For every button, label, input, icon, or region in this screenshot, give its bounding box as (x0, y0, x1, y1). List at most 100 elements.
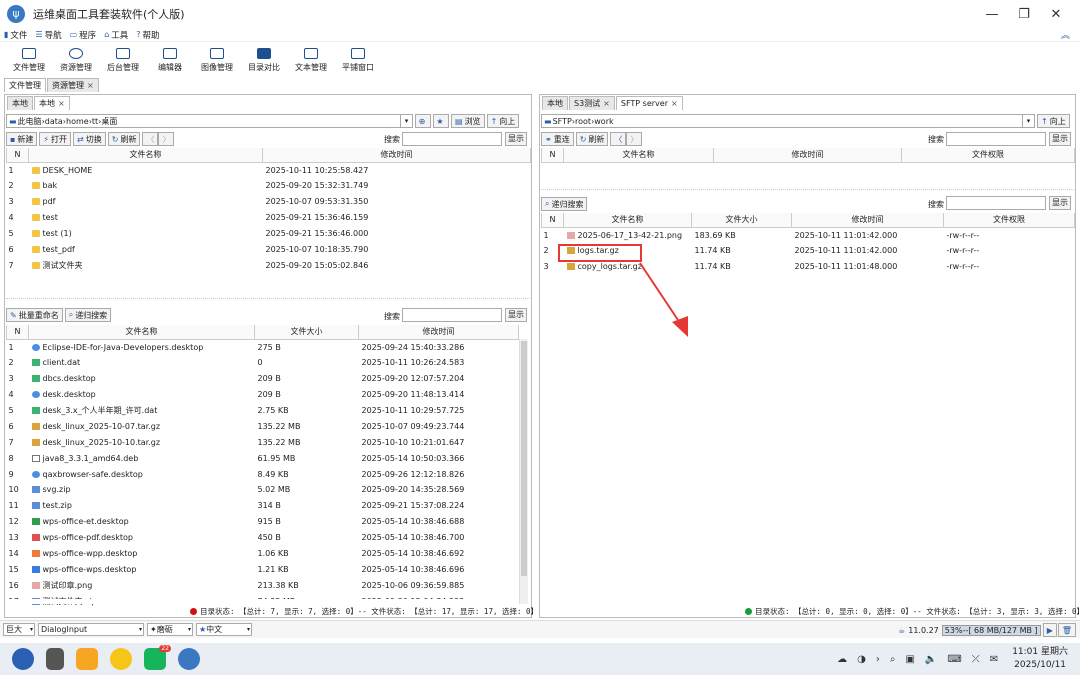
right-dir-search-input[interactable] (946, 132, 1046, 146)
size-select[interactable]: 巨大 ▾ (3, 623, 35, 636)
browse-button[interactable]: ▤ 浏览 (451, 114, 485, 128)
col-perm[interactable]: 文件权限 (901, 148, 1075, 163)
left-path-bar[interactable]: ▬ 此电脑 › data › home › tt › 桌面 ▾ (6, 114, 413, 128)
theme-select[interactable]: ✦磨砺 ▾ (147, 623, 193, 636)
refresh-button[interactable]: ↻ 刷新 (107, 132, 141, 146)
tab-resource-manager[interactable]: 资源管理 × (47, 78, 99, 92)
table-row[interactable]: 1 Eclipse-IDE-for-Java-Developers.desktop… (7, 339, 519, 355)
left-file-show-button[interactable]: 显示 (505, 308, 527, 322)
forward-button[interactable]: 〉 (626, 132, 643, 146)
table-row[interactable]: 4 test 2025-09-21 15:36:46.159 (7, 210, 531, 226)
bookmark-button[interactable]: ★ (433, 114, 449, 128)
back-button[interactable]: 〈 (610, 132, 627, 146)
col-size[interactable]: 文件大小 (691, 213, 792, 228)
table-row[interactable]: 3 pdf 2025-10-07 09:53:31.350 (7, 194, 531, 210)
recursive-search-button[interactable]: ⌕ 递归搜索 (64, 308, 112, 322)
recursive-search-button[interactable]: ⌕ 递归搜索 (541, 197, 588, 211)
network-icon[interactable]: ⤫ (972, 654, 980, 665)
right-file-search-input[interactable] (946, 196, 1046, 210)
toolbar-tile[interactable]: 平铺窗口 (335, 43, 381, 77)
clock[interactable]: 11:01 星期六 2025/10/11 (1012, 646, 1068, 672)
toolbar-dir-compare[interactable]: 目录对比 (241, 43, 287, 77)
col-name[interactable]: 文件名称 (28, 148, 263, 163)
vpn-icon[interactable]: ◑ (857, 654, 866, 665)
collapse-icon[interactable]: ︽ (1061, 28, 1070, 41)
close-icon[interactable]: × (671, 99, 678, 108)
trash-button[interactable]: 🗑 (1057, 623, 1076, 637)
table-row[interactable]: 2 client.dat 0 2025-10-11 10:26:24.583 (7, 355, 519, 371)
table-row[interactable]: 1 2025-06-17_13-42-21.png 183.69 KB 2025-10… (542, 227, 1075, 243)
left-file-search-input[interactable] (402, 308, 502, 322)
col-size[interactable]: 文件大小 (254, 325, 359, 340)
left-dir-show-button[interactable]: 显示 (505, 132, 527, 146)
toolbar-resource-manager[interactable]: 资源管理 (53, 43, 99, 77)
col-mtime[interactable]: 修改时间 (713, 148, 902, 163)
minimize-icon[interactable]: — (976, 7, 1008, 22)
menu-nav[interactable]: ☰ 导航 (35, 29, 61, 41)
refresh-button[interactable]: ↻ 刷新 (575, 132, 609, 146)
language-select[interactable]: ★中文 ▾ (196, 623, 252, 636)
col-mtime[interactable]: 修改时间 (262, 148, 531, 163)
close-icon[interactable]: × (603, 99, 610, 108)
table-row[interactable]: 16 测试印章.png 213.38 KB 2025-10-06 09:36:59.8… (7, 577, 519, 593)
col-mtime[interactable]: 修改时间 (358, 325, 519, 340)
table-row[interactable]: 2 bak 2025-09-20 15:32:31.749 (7, 178, 531, 194)
up-button[interactable]: ↑ 向上 (486, 114, 520, 128)
col-name[interactable]: 文件名称 (28, 325, 255, 340)
tab-file-manager[interactable]: 文件管理 (4, 78, 46, 92)
font-select[interactable]: DialogInput ▾ (38, 623, 144, 636)
scroll-thumb[interactable] (521, 341, 527, 576)
tab-local[interactable]: 本地 (542, 96, 568, 110)
notification-icon[interactable]: ✉ (990, 654, 998, 665)
right-path-bar[interactable]: ▬ SFTP › root › work ▾ (541, 114, 1035, 128)
switch-button[interactable]: ⇄ 切换 (73, 132, 106, 146)
left-file-scrollbar[interactable] (519, 339, 528, 604)
table-row[interactable]: 8 java8_3.3.1_amd64.deb 61.95 MB 2025-05-14… (7, 450, 519, 466)
menu-file[interactable]: ▮ 文件 (4, 29, 27, 41)
gc-button[interactable]: ▶ (1042, 623, 1057, 637)
table-row[interactable]: 9 qaxbrowser-safe.desktop 8.49 KB 2025-09-2… (7, 466, 519, 482)
left-dir-search-input[interactable] (402, 132, 502, 146)
col-n[interactable]: N (541, 148, 564, 163)
up-button[interactable]: ↑ 向上 (1037, 114, 1070, 128)
app-taskbar-icon[interactable] (178, 648, 200, 670)
right-dir-show-button[interactable]: 显示 (1049, 132, 1071, 146)
close-icon[interactable]: ✕ (1040, 7, 1072, 22)
forward-button[interactable]: 〉 (158, 132, 175, 146)
reconnect-button[interactable]: ⚭ 重连 (541, 132, 574, 146)
splitter[interactable] (541, 189, 1074, 194)
chevron-right-icon[interactable]: › (876, 654, 880, 665)
keyboard-icon[interactable]: ⌨ (947, 654, 961, 665)
table-row[interactable]: 3 dbcs.desktop 209 B 2025-09-20 12:07:57.20… (7, 371, 519, 387)
table-row[interactable]: 6 test_pdf 2025-10-07 10:18:35.790 (7, 241, 531, 257)
table-row[interactable]: 14 wps-office-wpp.desktop 1.06 KB 2025-05-1… (7, 546, 519, 562)
col-n[interactable]: N (541, 213, 564, 228)
tab-sftp[interactable]: SFTP server × (615, 96, 683, 110)
col-perm[interactable]: 文件权限 (943, 213, 1075, 228)
volume-icon[interactable]: 🔈 (925, 654, 937, 665)
tab-local-2[interactable]: 本地 × (34, 96, 70, 110)
table-row[interactable]: 5 test (1) 2025-09-21 15:36:46.000 (7, 226, 531, 242)
table-row[interactable]: 15 wps-office-wps.desktop 1.21 KB 2025-05-1… (7, 561, 519, 577)
table-row[interactable]: 7 测试文件夹 2025-09-20 15:05:02.846 (7, 257, 531, 273)
col-name[interactable]: 文件名称 (563, 148, 714, 163)
col-n[interactable]: N (6, 325, 29, 340)
table-row[interactable]: 5 desk_3.x_个人半年期_许可.dat 2.75 KB 2025-10-11 … (7, 403, 519, 419)
toolbar-backend[interactable]: 后台管理 (100, 43, 146, 77)
col-mtime[interactable]: 修改时间 (791, 213, 944, 228)
table-row[interactable]: 4 desk.desktop 209 B 2025-09-20 11:48:13.41… (7, 387, 519, 403)
col-name[interactable]: 文件名称 (563, 213, 692, 228)
file-manager-icon[interactable] (76, 648, 98, 670)
multitask-icon[interactable] (46, 648, 64, 670)
table-row[interactable]: 11 test.zip 314 B 2025-09-21 15:37:08.224 (7, 498, 519, 514)
tab-local-1[interactable]: 本地 (7, 96, 33, 110)
table-row[interactable]: 1 DESK_HOME 2025-10-11 10:25:58.427 (7, 162, 531, 178)
chevron-down-icon[interactable]: ▾ (400, 115, 412, 127)
search-icon[interactable]: ⌕ (890, 654, 896, 665)
right-file-show-button[interactable]: 显示 (1049, 196, 1071, 210)
browser-icon[interactable] (110, 648, 132, 670)
restore-icon[interactable]: ❐ (1008, 7, 1040, 22)
col-n[interactable]: N (6, 148, 29, 163)
open-button[interactable]: ⚡ 打开 (39, 132, 72, 146)
table-row[interactable]: 7 desk_linux_2025-10-10.tar.gz 135.22 MB 20… (7, 434, 519, 450)
